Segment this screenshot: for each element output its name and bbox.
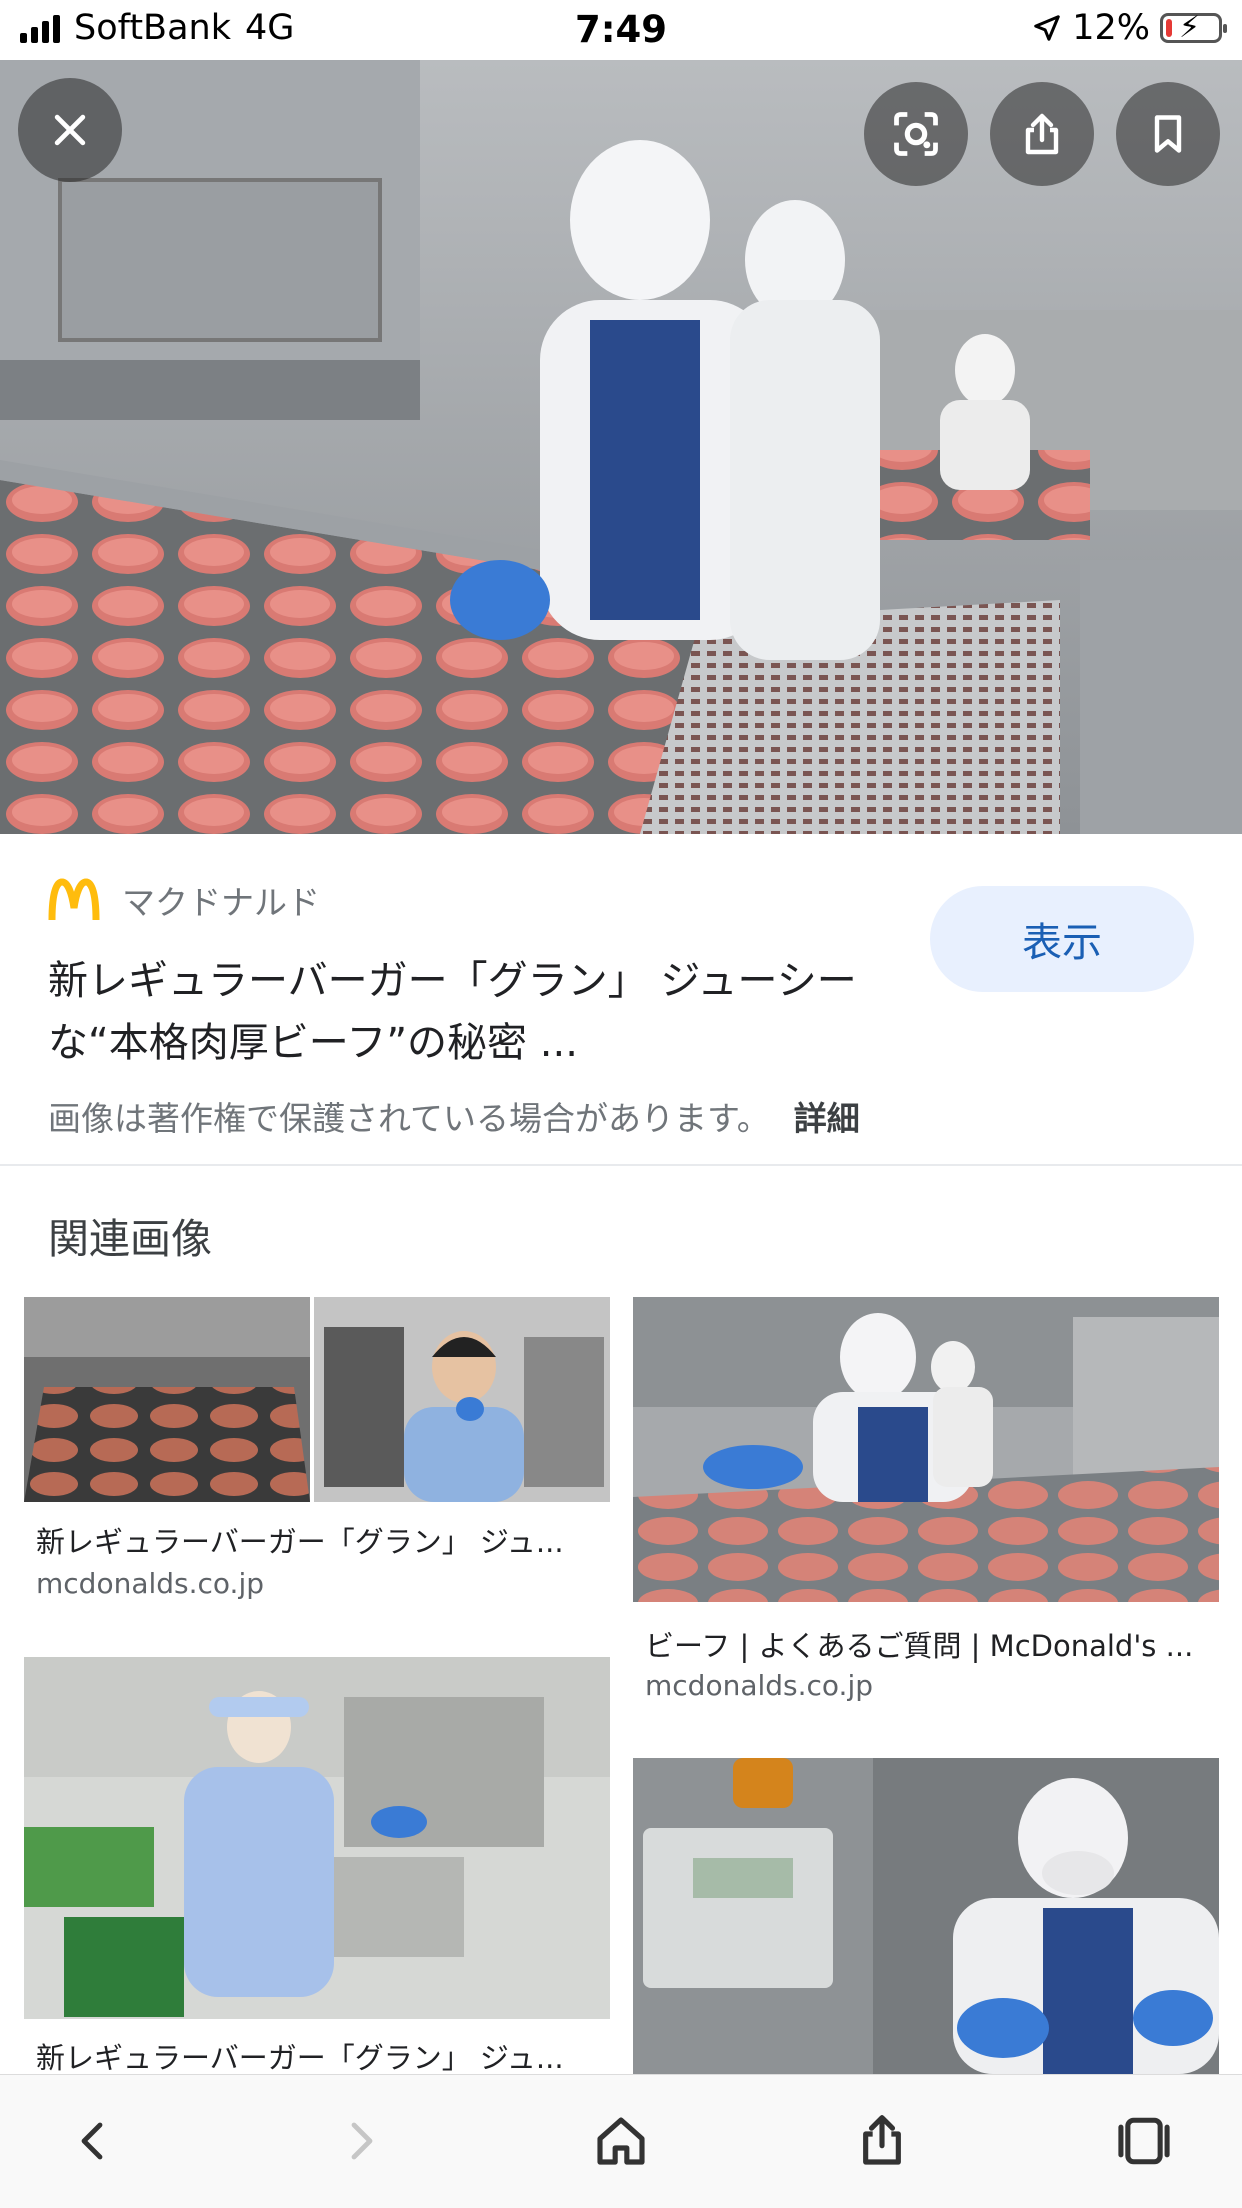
related-thumbnail[interactable] bbox=[633, 1297, 1219, 1602]
lens-button[interactable] bbox=[864, 82, 968, 186]
location-arrow-icon bbox=[1034, 15, 1060, 41]
related-caption: 新レギュラーバーガー「グラン」 ジュ... bbox=[36, 1525, 564, 1559]
battery-icon: ⚡ bbox=[1160, 10, 1227, 45]
share-icon bbox=[1025, 113, 1059, 155]
divider bbox=[0, 1164, 1242, 1166]
chevron-left-icon bbox=[81, 2122, 103, 2160]
related-card[interactable] bbox=[633, 1758, 1219, 2074]
share-page-button[interactable] bbox=[834, 2093, 930, 2189]
copyright-notice: 画像は著作権で保護されている場合があります。 詳細 bbox=[48, 1092, 860, 1140]
related-domain: mcdonalds.co.jp bbox=[36, 1567, 265, 1600]
related-thumbnail[interactable] bbox=[24, 1297, 610, 1502]
chevron-right-icon bbox=[351, 2122, 373, 2160]
share-icon bbox=[863, 2115, 901, 2165]
thumbnail-photo bbox=[633, 1758, 1219, 2074]
lens-icon bbox=[894, 112, 938, 156]
status-right: 12% ⚡ bbox=[1032, 8, 1227, 48]
home-icon bbox=[597, 2117, 645, 2165]
thumbnail-photo bbox=[633, 1297, 1219, 1602]
related-images-heading: 関連画像 bbox=[48, 1215, 212, 1263]
related-thumbnail[interactable] bbox=[24, 1657, 610, 2019]
bookmark-button[interactable] bbox=[1116, 82, 1220, 186]
thumbnail-photo bbox=[24, 1657, 610, 2019]
view-button[interactable]: 表示 bbox=[930, 886, 1194, 992]
battery-level bbox=[1166, 19, 1172, 37]
close-button[interactable] bbox=[18, 78, 122, 182]
source-row[interactable]: マクドナルド bbox=[48, 876, 320, 924]
copyright-text: 画像は著作権で保護されている場合があります。 bbox=[48, 1099, 770, 1138]
bottom-toolbar bbox=[0, 2074, 1242, 2208]
mcdonalds-logo-icon bbox=[48, 878, 100, 921]
battery-percent: 12% bbox=[1072, 8, 1150, 48]
tabs-icon bbox=[1118, 2117, 1170, 2165]
hero-image[interactable] bbox=[0, 60, 1242, 834]
result-title[interactable]: 新レギュラーバーガー「グラン」 ジューシーな“本格肉厚ビーフ”の秘密 ... bbox=[48, 950, 888, 1074]
charging-bolt-icon: ⚡ bbox=[1179, 10, 1201, 45]
tabs-button[interactable] bbox=[1096, 2093, 1192, 2189]
related-thumbnail[interactable] bbox=[633, 1758, 1219, 2074]
forward-button[interactable] bbox=[312, 2093, 408, 2189]
related-card[interactable]: 新レギュラーバーガー「グラン」 ジュ... bbox=[24, 1657, 610, 2077]
back-button[interactable] bbox=[46, 2093, 142, 2189]
share-button[interactable] bbox=[990, 82, 1094, 186]
thumbnail-photo bbox=[24, 1297, 610, 1502]
related-domain: mcdonalds.co.jp bbox=[645, 1669, 874, 1702]
bookmark-icon bbox=[1154, 115, 1182, 153]
related-card[interactable]: 新レギュラーバーガー「グラン」 ジュ... mcdonalds.co.jp bbox=[24, 1297, 610, 1627]
related-caption: ビーフ | よくあるご質問 | McDonald's ... bbox=[645, 1629, 1194, 1663]
source-name: マクドナルド bbox=[122, 883, 320, 922]
close-icon bbox=[54, 114, 86, 146]
related-card[interactable]: ビーフ | よくあるご質問 | McDonald's ... mcdonalds… bbox=[633, 1297, 1219, 1707]
related-caption: 新レギュラーバーガー「グラン」 ジュ... bbox=[36, 2041, 564, 2075]
home-button[interactable] bbox=[573, 2093, 669, 2189]
status-bar: SoftBank 4G 7:49 12% ⚡ bbox=[0, 0, 1242, 60]
details-link[interactable]: 詳細 bbox=[794, 1099, 860, 1138]
